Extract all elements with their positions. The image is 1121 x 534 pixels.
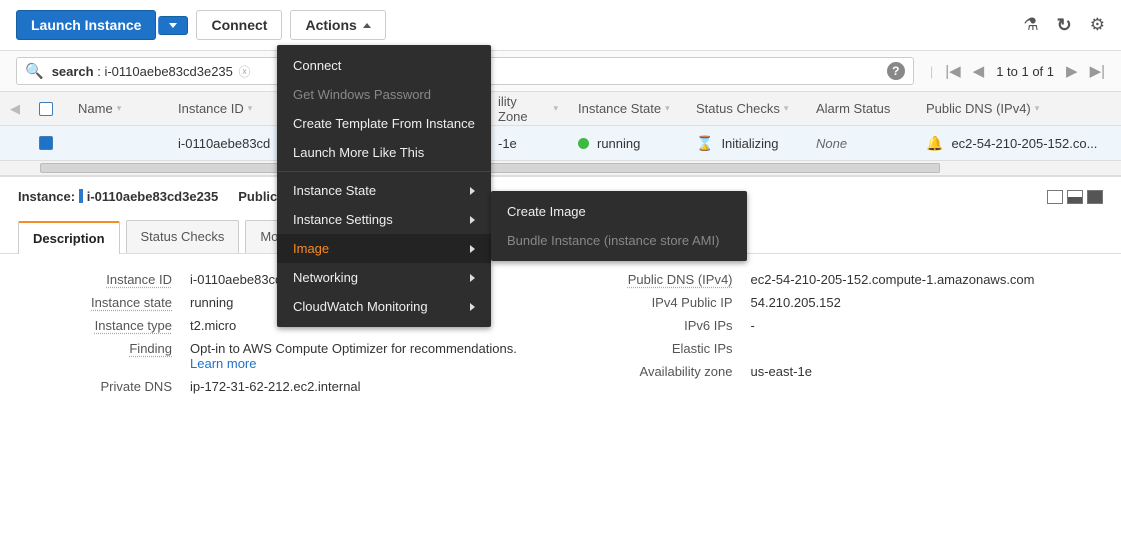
value-private-dns: ip-172-31-62-212.ec2.internal xyxy=(190,379,541,394)
column-alarm-status[interactable]: Alarm Status xyxy=(806,101,916,116)
value-public-dns: ec2-54-210-205-152.compute-1.amazonaws.c… xyxy=(751,272,1102,287)
menu-create-template[interactable]: Create Template From Instance xyxy=(277,109,491,138)
tab-description[interactable]: Description xyxy=(18,221,120,254)
clear-search-icon[interactable]: ⓧ xyxy=(239,65,251,79)
page-indicator: 1 to 1 of 1 xyxy=(996,64,1054,79)
cell-status-checks: ⌛Initializing xyxy=(686,135,806,152)
column-name[interactable]: Name▾ xyxy=(68,101,168,116)
page-last-icon[interactable]: ▶| xyxy=(1090,62,1105,80)
cell-public-dns: 🔔ec2-54-210-205-152.co... xyxy=(916,135,1121,152)
label-availability-zone: Availability zone xyxy=(581,364,751,379)
label-private-dns: Private DNS xyxy=(20,379,190,394)
label-instance-type: Instance type xyxy=(20,318,190,333)
pager: | |◀ ◀ 1 to 1 of 1 ▶ ▶| xyxy=(914,62,1105,80)
learn-more-link[interactable]: Learn more xyxy=(190,356,256,371)
chevron-right-icon xyxy=(470,274,475,282)
label-instance-id: Instance ID xyxy=(20,272,190,287)
actions-menu: Connect Get Windows Password Create Temp… xyxy=(277,45,491,327)
chevron-right-icon xyxy=(470,187,475,195)
menu-launch-more[interactable]: Launch More Like This xyxy=(277,138,491,167)
launch-instance-button[interactable]: Launch Instance xyxy=(16,10,156,40)
label-ipv4: IPv4 Public IP xyxy=(581,295,751,310)
layout-top-icon[interactable] xyxy=(1047,190,1063,204)
chevron-right-icon xyxy=(470,303,475,311)
layout-full-icon[interactable] xyxy=(1087,190,1103,204)
cell-alarm-status: None xyxy=(806,136,916,151)
cell-availability-zone: -1e xyxy=(488,136,568,151)
scroll-left-icon[interactable]: ◀ xyxy=(0,101,24,117)
state-running-icon xyxy=(578,138,589,149)
tab-status-checks[interactable]: Status Checks xyxy=(126,220,240,253)
chevron-up-icon xyxy=(363,23,371,28)
hourglass-icon: ⌛ xyxy=(696,135,713,152)
launch-instance-dropdown[interactable] xyxy=(158,16,188,35)
detail-instance: Instance: i-0110aebe83cd3e235 xyxy=(18,189,218,204)
layout-split-icon[interactable] xyxy=(1067,190,1083,204)
table-row[interactable]: i-0110aebe83cd -1e running ⌛Initializing… xyxy=(0,126,1121,160)
submenu-create-image[interactable]: Create Image xyxy=(491,197,747,226)
selection-marker-icon xyxy=(79,189,83,203)
label-finding: Finding xyxy=(20,341,190,356)
menu-instance-settings[interactable]: Instance Settings xyxy=(277,205,491,234)
value-ipv4: 54.210.205.152 xyxy=(751,295,1102,310)
image-submenu: Create Image Bundle Instance (instance s… xyxy=(491,191,747,261)
cell-instance-state: running xyxy=(568,136,686,151)
submenu-bundle-instance: Bundle Instance (instance store AMI) xyxy=(491,226,747,255)
row-checkbox[interactable] xyxy=(39,136,53,150)
label-instance-state: Instance state xyxy=(20,295,190,310)
label-ipv6: IPv6 IPs xyxy=(581,318,751,333)
value-ipv6: - xyxy=(751,318,1102,333)
actions-button[interactable]: Actions xyxy=(290,10,385,40)
value-finding: Opt-in to AWS Compute Optimizer for reco… xyxy=(190,341,541,371)
actions-label: Actions xyxy=(305,17,356,33)
search-icon: 🔍 xyxy=(25,62,44,80)
column-status-checks[interactable]: Status Checks▾ xyxy=(686,101,806,116)
label-public-dns: Public DNS (IPv4) xyxy=(581,272,751,287)
table-header: ◀ Name▾ Instance ID▾ ility Zone▾ Instanc… xyxy=(0,92,1121,126)
experiments-icon[interactable] xyxy=(1023,15,1038,35)
connect-button[interactable]: Connect xyxy=(196,10,282,40)
menu-get-windows-password: Get Windows Password xyxy=(277,80,491,109)
column-availability-zone[interactable]: ility Zone▾ xyxy=(488,94,568,124)
label-elastic-ips: Elastic IPs xyxy=(581,341,751,356)
page-first-icon[interactable]: |◀ xyxy=(945,62,960,80)
menu-cloudwatch[interactable]: CloudWatch Monitoring xyxy=(277,292,491,321)
chevron-right-icon xyxy=(470,245,475,253)
chevron-down-icon xyxy=(169,23,177,28)
horizontal-scrollbar[interactable] xyxy=(0,160,1121,176)
column-instance-state[interactable]: Instance State▾ xyxy=(568,101,686,116)
settings-icon[interactable] xyxy=(1090,15,1105,35)
alarm-bell-icon[interactable]: 🔔 xyxy=(926,135,943,152)
select-all-checkbox[interactable] xyxy=(39,102,53,116)
chevron-right-icon xyxy=(470,216,475,224)
page-next-icon[interactable]: ▶ xyxy=(1066,62,1078,80)
refresh-icon[interactable] xyxy=(1057,15,1072,36)
menu-instance-state[interactable]: Instance State xyxy=(277,176,491,205)
value-availability-zone: us-east-1e xyxy=(751,364,1102,379)
menu-image[interactable]: Image xyxy=(277,234,491,263)
menu-separator xyxy=(277,171,491,172)
page-prev-icon[interactable]: ◀ xyxy=(973,62,985,80)
menu-connect[interactable]: Connect xyxy=(277,51,491,80)
column-public-dns[interactable]: Public DNS (IPv4)▾ xyxy=(916,101,1121,116)
search-chip: search : i-0110aebe83cd3e235 ⓧ xyxy=(52,63,251,80)
menu-networking[interactable]: Networking xyxy=(277,263,491,292)
help-icon[interactable]: ? xyxy=(887,62,905,80)
